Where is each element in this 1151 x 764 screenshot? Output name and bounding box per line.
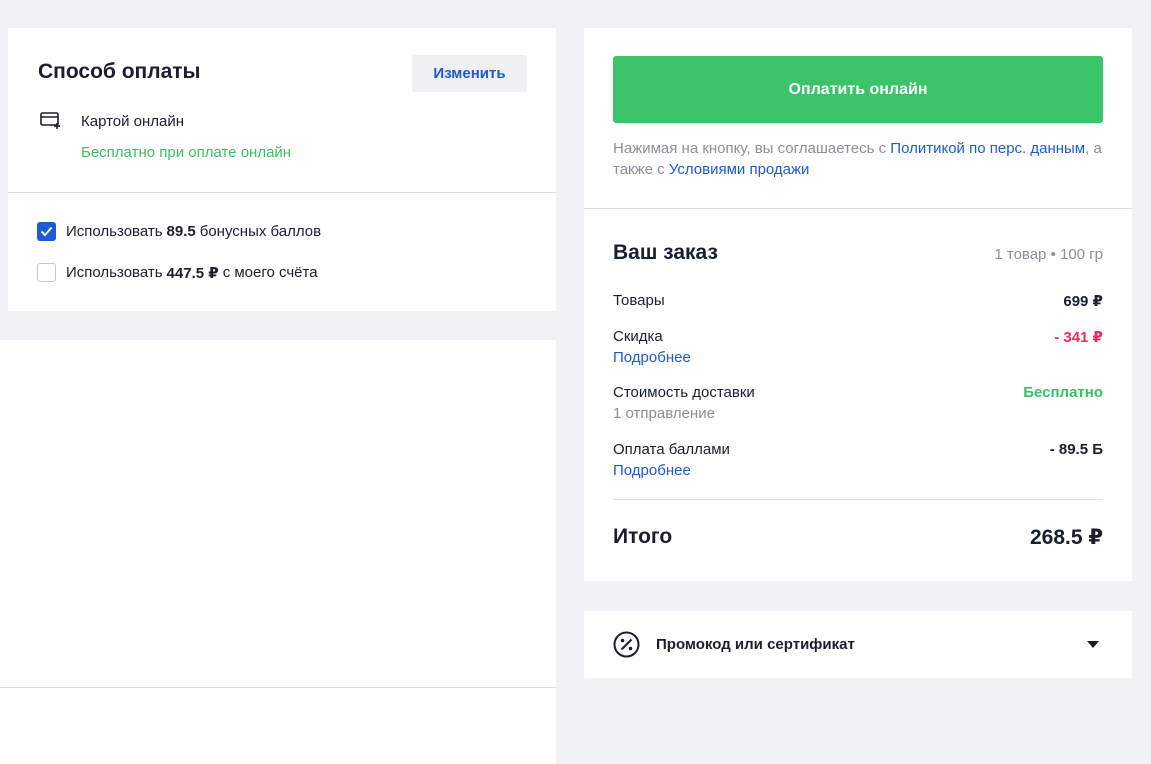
free-payment-note: Бесплатно при оплате онлайн [81,144,292,161]
goods-label: Товары [613,292,665,309]
use-bonus-prefix: Использовать [66,223,163,240]
order-summary-card: Оплатить онлайн Нажимая на кнопку, вы со… [584,28,1132,581]
points-value: - 89.5 Б [1049,441,1103,458]
payment-method-title: Способ оплаты [38,60,201,83]
discount-details-link[interactable]: Подробнее [613,349,691,366]
points-details-link[interactable]: Подробнее [613,462,691,479]
use-bonus-option[interactable]: Использовать 89.5 бонусных баллов [37,222,321,241]
left-lower-panel [0,340,556,764]
checkout-page: Способ оплаты Изменить Картой онлайн Бес… [0,0,1151,764]
section-divider [0,687,556,688]
use-account-prefix: Использовать [66,264,163,281]
change-payment-button[interactable]: Изменить [412,55,527,92]
order-meta: 1 товар • 100 гр [994,246,1103,263]
payment-method-card: Способ оплаты Изменить Картой онлайн Бес… [8,28,556,311]
discount-label: Скидка [613,328,663,345]
delivery-shipments: 1 отправление [613,405,715,422]
points-label: Оплата баллами [613,441,730,458]
payment-method-section: Способ оплаты Изменить Картой онлайн Бес… [8,28,556,193]
discount-badge-icon [613,631,640,658]
order-divider [584,208,1132,209]
checkmark-icon [40,226,53,237]
sales-terms-link[interactable]: Условиями продажи [669,161,810,178]
delivery-value: Бесплатно [1023,384,1103,401]
delivery-label: Стоимость доставки [613,384,755,401]
use-account-suffix: с моего счёта [222,264,318,281]
agreement-text-start: Нажимая на кнопку, вы соглашаетесь с [613,140,887,157]
payment-method-label: Картой онлайн [81,113,185,130]
agreement-text: Нажимая на кнопку, вы соглашаетесь с Пол… [613,138,1103,180]
pay-online-button[interactable]: Оплатить онлайн [613,56,1103,123]
total-value: 268.5 ₽ [1030,526,1103,549]
use-bonus-suffix: бонусных баллов [199,223,322,240]
use-account-checkbox[interactable] [37,263,56,282]
total-divider [613,499,1103,500]
triangle-down-icon[interactable] [1087,641,1099,648]
card-plus-icon [40,112,62,130]
order-title: Ваш заказ [613,241,718,264]
goods-value: 699 ₽ [1063,293,1103,310]
promo-code-toggle[interactable]: Промокод или сертификат [584,611,1132,678]
use-account-amount: 447.5 ₽ [166,264,219,282]
use-bonus-checkbox[interactable] [37,222,56,241]
discount-value: - 341 ₽ [1054,329,1103,346]
use-account-option[interactable]: Использовать 447.5 ₽ с моего счёта [37,263,318,282]
total-label: Итого [613,525,673,548]
use-bonus-amount: 89.5 [166,223,196,240]
promo-code-label: Промокод или сертификат [656,636,855,653]
privacy-policy-link[interactable]: Политикой по перс. данным [890,140,1085,157]
